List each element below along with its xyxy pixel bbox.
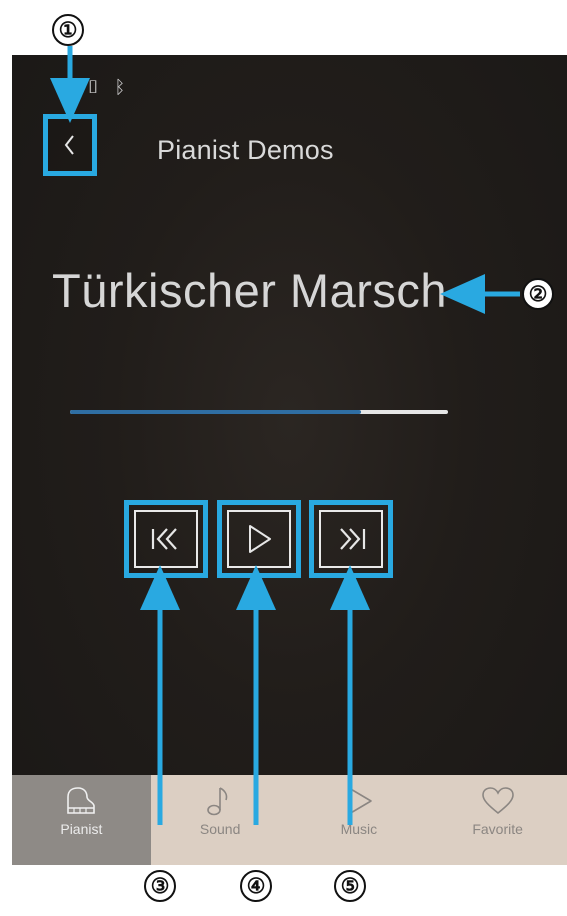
clock-icon: ◷ [56,76,72,98]
page-title: Pianist Demos [157,135,334,165]
tab-sound[interactable]: Sound [151,775,290,865]
song-title: Türkischer Marsch [52,264,448,317]
tab-bar: Pianist Sound Music Favorite [12,775,567,865]
tab-label: Favorite [472,821,523,837]
piano-icon [67,787,96,814]
tab-favorite[interactable]: Favorite [428,775,567,865]
callout-4: ④ [240,870,272,902]
usb-icon: ⌷ [87,76,99,98]
tab-label: Sound [199,821,241,837]
tab-label: Pianist [60,821,103,837]
tab-label: Music [340,821,378,837]
bluetooth-icon: ᛒ [114,76,126,98]
status-bar: ◷ ⌷ ᛒ [56,73,125,101]
skip-next-icon [340,528,366,550]
callout-5: ⑤ [334,870,366,902]
back-button[interactable] [43,114,97,176]
play-icon [348,787,372,815]
play-button[interactable] [217,500,301,578]
chevron-left-icon [64,135,74,155]
tab-music[interactable]: Music [290,775,429,865]
tab-pianist[interactable]: Pianist [12,775,151,865]
app-screen: ◷ ⌷ ᛒ Pianist Demos Türkischer Marsch Pi… [12,55,567,865]
play-icon [249,525,271,553]
progress-bar[interactable] [70,410,448,414]
music-note-icon [207,787,228,816]
heart-icon [481,787,514,815]
progress-fill [70,410,362,414]
callout-1: ① [52,14,84,46]
callout-2: ② [522,278,554,310]
previous-button[interactable] [124,500,208,578]
skip-previous-icon [151,528,177,550]
next-button[interactable] [309,500,393,578]
callout-3: ③ [144,870,176,902]
